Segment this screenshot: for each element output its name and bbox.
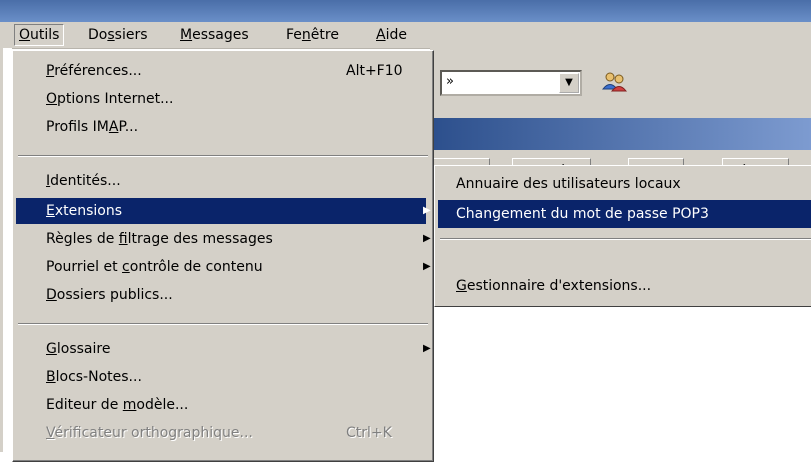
menu-label-accel: O bbox=[19, 27, 31, 43]
menu-item-profils-imap[interactable]: Profils IMAP... bbox=[16, 114, 426, 140]
menu-item-preferences[interactable]: Préférences... Alt+F10 bbox=[16, 58, 426, 84]
menu-aide[interactable]: Aide bbox=[372, 25, 411, 45]
submenu-item-changement-mot-de-passe[interactable]: Changement du mot de passe POP3 bbox=[438, 200, 811, 228]
menu-item-regles-filtrage[interactable]: Règles de filtrage des messages ▶ bbox=[16, 226, 431, 252]
item-label-post: ontrôle de contenu bbox=[129, 259, 263, 275]
item-label-pre: Editeur de bbox=[46, 397, 123, 413]
submenu-arrow-icon: ▶ bbox=[423, 261, 431, 272]
menu-label-post: essages bbox=[192, 27, 249, 43]
menu-messages[interactable]: Messages bbox=[176, 25, 253, 45]
menu-label-accel: A bbox=[376, 27, 386, 43]
item-label-post: odèle... bbox=[136, 397, 189, 413]
menu-label-accel: n bbox=[301, 27, 311, 43]
folder-combo[interactable]: » ▼ bbox=[440, 70, 582, 96]
item-label-post: érificateur orthographique... bbox=[54, 425, 253, 441]
submenu-item-annuaire[interactable]: Annuaire des utilisateurs locaux bbox=[438, 170, 811, 198]
item-label-pre: Annuaire des utilisateurs locaux bbox=[456, 176, 681, 192]
users-icon bbox=[602, 72, 628, 92]
shortcut-label: Ctrl+K bbox=[346, 425, 392, 441]
menu-dossiers[interactable]: Dossiers bbox=[84, 25, 152, 45]
menu-item-editeur-modele[interactable]: Editeur de modèle... bbox=[16, 392, 426, 418]
item-label-accel: B bbox=[46, 369, 56, 385]
window-title-bar bbox=[0, 0, 811, 22]
users-button[interactable] bbox=[598, 67, 632, 97]
item-label-post: P... bbox=[118, 119, 139, 135]
menu-label-post: être bbox=[310, 27, 339, 43]
item-label-post: estionnaire d'extensions... bbox=[466, 278, 652, 294]
item-label-accel: f bbox=[118, 231, 128, 247]
menu-bar: Outils Dossiers Messages Fenêtre Aide bbox=[0, 22, 811, 49]
menu-separator bbox=[18, 323, 428, 325]
menu-item-options-internet[interactable]: Options Internet... bbox=[16, 86, 426, 112]
menu-label-post: utils bbox=[30, 27, 60, 43]
menu-label-post: siers bbox=[114, 27, 148, 43]
item-label-accel: D bbox=[46, 287, 57, 303]
item-label-post: dentités... bbox=[50, 173, 121, 189]
menu-item-identites[interactable]: Identités... bbox=[16, 168, 426, 194]
outils-dropdown-menu: Préférences... Alt+F10 Options Internet.… bbox=[12, 50, 434, 462]
menu-item-dossiers-publics[interactable]: Dossiers publics... bbox=[16, 282, 426, 308]
menu-outils[interactable]: Outils bbox=[14, 24, 65, 46]
menu-label-accel: s bbox=[107, 27, 115, 43]
extensions-submenu: Annuaire des utilisateurs locaux Changem… bbox=[434, 165, 811, 307]
menu-separator bbox=[18, 155, 428, 157]
background-window-edge bbox=[0, 48, 3, 452]
item-label-accel: c bbox=[122, 259, 130, 275]
submenu-arrow-icon: ▶ bbox=[423, 205, 431, 216]
item-label-post: références... bbox=[54, 63, 142, 79]
menu-item-pourriel[interactable]: Pourriel et contrôle de contenu ▶ bbox=[16, 254, 431, 280]
menu-label-post: ide bbox=[385, 27, 407, 43]
menu-item-extensions[interactable]: Extensions ▶ bbox=[16, 198, 431, 224]
item-label-post: ptions Internet... bbox=[57, 91, 174, 107]
folder-combo-value: » bbox=[446, 74, 454, 89]
background-header-band bbox=[430, 118, 811, 150]
submenu-arrow-icon: ▶ bbox=[423, 343, 431, 354]
item-label-post: lossaire bbox=[56, 341, 111, 357]
item-label-accel: m bbox=[122, 397, 137, 413]
menu-label-pre: Fe bbox=[286, 27, 302, 43]
menu-item-glossaire[interactable]: Glossaire ▶ bbox=[16, 336, 431, 362]
menu-label-accel: M bbox=[180, 27, 193, 43]
item-label-accel: P bbox=[46, 63, 55, 79]
item-label-post: iltrage des messages bbox=[127, 231, 273, 247]
item-label-post: ossiers publics... bbox=[56, 287, 173, 303]
menu-label-pre: Do bbox=[88, 27, 108, 43]
shortcut-label: Alt+F10 bbox=[346, 63, 403, 79]
item-label-pre: Règles de bbox=[46, 231, 119, 247]
item-label-accel: E bbox=[46, 203, 55, 219]
item-label-post: locs-Notes... bbox=[55, 369, 142, 385]
item-label-accel: O bbox=[46, 91, 58, 107]
item-label-pre: Pourriel et bbox=[46, 259, 123, 275]
submenu-item-gestionnaire[interactable]: Gestionnaire d'extensions... bbox=[438, 272, 811, 300]
item-label-post: xtensions bbox=[54, 203, 123, 219]
menu-separator bbox=[440, 238, 811, 240]
combo-arrow-icon[interactable]: ▼ bbox=[559, 73, 579, 93]
menu-item-blocs-notes[interactable]: Blocs-Notes... bbox=[16, 364, 426, 390]
item-label-accel: V bbox=[46, 425, 55, 441]
menu-item-verificateur: Vérificateur orthographique... Ctrl+K bbox=[16, 420, 426, 446]
item-label-pre: Profils IM bbox=[46, 119, 109, 135]
submenu-arrow-icon: ▶ bbox=[423, 233, 431, 244]
menu-fenetre[interactable]: Fenêtre bbox=[282, 25, 343, 45]
item-label-pre: Changement du mot de passe POP3 bbox=[456, 206, 709, 222]
item-label-accel: G bbox=[46, 341, 57, 357]
item-label-accel: G bbox=[456, 278, 467, 294]
